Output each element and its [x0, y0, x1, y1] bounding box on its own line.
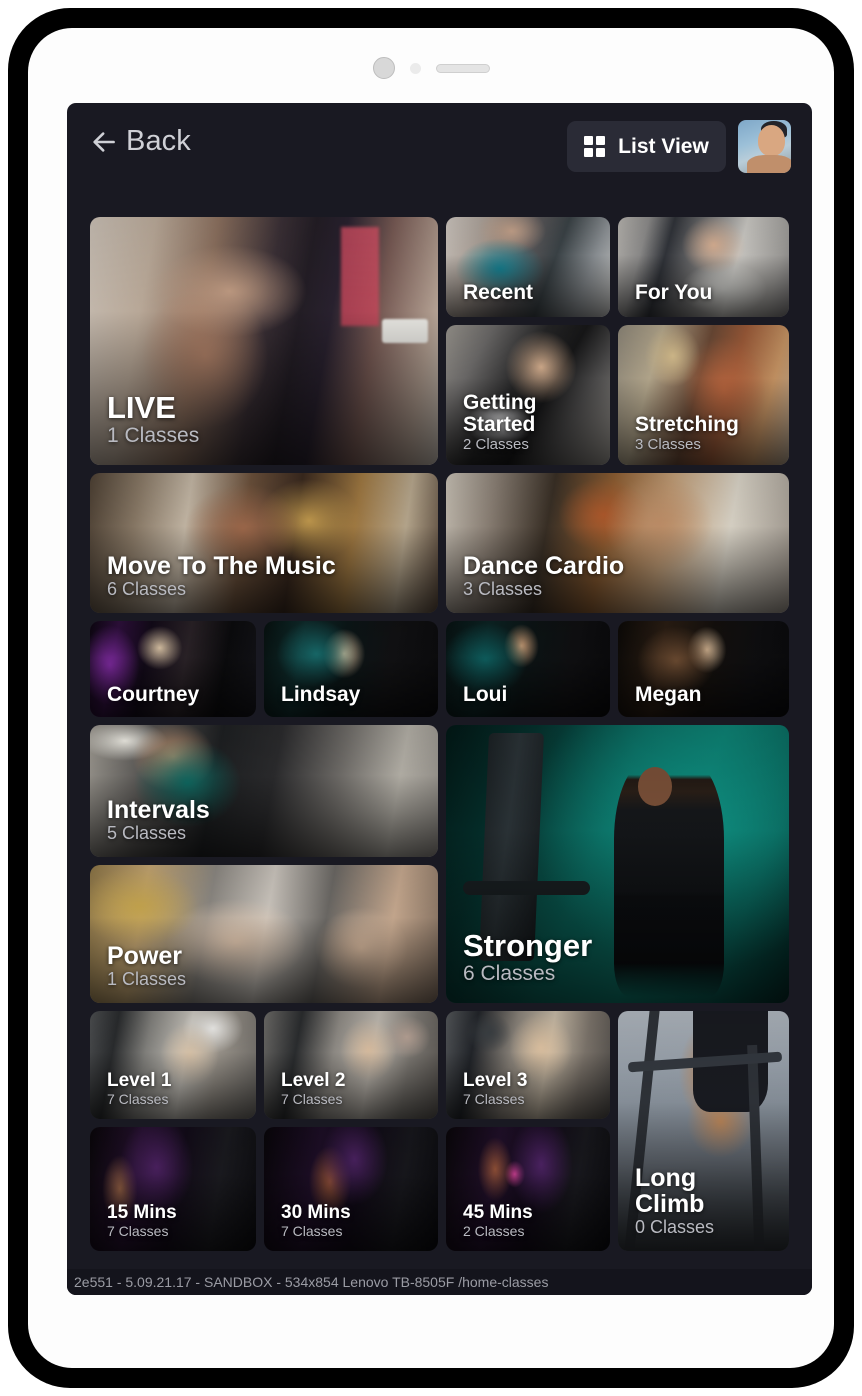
card-caption: Power 1 Classes: [107, 943, 186, 990]
card-title: Level 1: [107, 1070, 172, 1091]
card-title: Long Climb: [635, 1164, 705, 1218]
arrow-left-icon: [90, 128, 118, 156]
card-caption: Getting Started 2 Classes: [463, 392, 537, 454]
card-caption: For You: [635, 282, 712, 304]
card-caption: Stretching 3 Classes: [635, 414, 739, 454]
card-caption: Loui: [463, 684, 507, 706]
list-view-button[interactable]: List View: [567, 121, 726, 172]
card-caption: Stronger 6 Classes: [463, 927, 593, 986]
card-caption: Intervals 5 Classes: [107, 797, 210, 844]
card-caption: Level 2 7 Classes: [281, 1071, 345, 1109]
card-long-climb[interactable]: Long Climb 0 Classes: [618, 1011, 789, 1251]
card-subtitle: 7 Classes: [107, 1091, 169, 1107]
back-label: Back: [126, 125, 191, 157]
list-view-label: List View: [618, 134, 709, 158]
card-live[interactable]: LIVE 1 Classes: [90, 217, 438, 465]
card-caption: Courtney: [107, 684, 199, 706]
card-caption: Long Climb 0 Classes: [635, 1165, 714, 1238]
card-subtitle: 3 Classes: [463, 579, 543, 599]
card-subtitle: 6 Classes: [463, 962, 556, 985]
card-title: Loui: [463, 683, 508, 706]
card-megan[interactable]: Megan: [618, 621, 789, 717]
card-courtney[interactable]: Courtney: [90, 621, 256, 717]
card-recent[interactable]: Recent: [446, 217, 610, 317]
card-caption: LIVE 1 Classes: [107, 389, 200, 448]
card-subtitle: 2 Classes: [463, 1223, 525, 1239]
card-title: Level 3: [463, 1070, 528, 1091]
app-header: Back List View: [67, 103, 812, 196]
card-stretching[interactable]: Stretching 3 Classes: [618, 325, 789, 465]
card-title: Intervals: [107, 796, 210, 824]
card-subtitle: 6 Classes: [107, 579, 187, 599]
card-subtitle: 5 Classes: [107, 823, 187, 843]
card-caption: Move To The Music 6 Classes: [107, 553, 336, 600]
card-subtitle: 7 Classes: [463, 1091, 525, 1107]
camera-lens-icon: [372, 57, 395, 79]
card-title: LIVE: [107, 389, 176, 425]
user-avatar[interactable]: [738, 120, 791, 173]
back-button[interactable]: Back: [90, 125, 191, 158]
card-subtitle: 1 Classes: [107, 424, 200, 447]
card-title: Move To The Music: [107, 552, 336, 580]
card-title: For You: [635, 281, 713, 304]
card-caption: Megan: [635, 684, 702, 706]
grid-view-icon: [584, 136, 606, 157]
card-title: Recent: [463, 281, 534, 304]
card-caption: Level 3 7 Classes: [463, 1071, 527, 1109]
card-caption: 45 Mins 2 Classes: [463, 1203, 533, 1241]
card-lindsay[interactable]: Lindsay: [264, 621, 438, 717]
card-intervals[interactable]: Intervals 5 Classes: [90, 725, 438, 857]
card-caption: Lindsay: [281, 684, 360, 706]
card-title: Getting Started: [463, 391, 537, 436]
card-caption: 15 Mins 7 Classes: [107, 1203, 177, 1241]
card-for-you[interactable]: For You: [618, 217, 789, 317]
card-caption: 30 Mins 7 Classes: [281, 1203, 351, 1241]
card-45-mins[interactable]: 45 Mins 2 Classes: [446, 1127, 610, 1251]
proximity-sensor-icon: [409, 62, 421, 74]
app-screen: Back List View LIVE 1 Classes Recent For…: [67, 103, 812, 1295]
speaker-slot-icon: [435, 63, 490, 73]
card-title: Megan: [635, 683, 702, 706]
card-title: Level 2: [281, 1070, 346, 1091]
card-subtitle: 7 Classes: [281, 1091, 343, 1107]
card-title: Stretching: [635, 413, 739, 436]
card-title: 15 Mins: [107, 1202, 177, 1223]
card-stronger[interactable]: Stronger 6 Classes: [446, 725, 789, 1003]
device-sensor-bar: [8, 50, 854, 86]
status-bar-text: 2e551 - 5.09.21.17 - SANDBOX - 534x854 L…: [74, 1274, 549, 1290]
card-caption: Level 1 7 Classes: [107, 1071, 171, 1109]
card-title: Dance Cardio: [463, 552, 625, 580]
card-move-to-the-music[interactable]: Move To The Music 6 Classes: [90, 473, 438, 613]
tablet-device-frame: Back List View LIVE 1 Classes Recent For…: [8, 8, 854, 1388]
avatar-head: [758, 125, 785, 156]
card-title: Courtney: [107, 683, 200, 706]
card-loui[interactable]: Loui: [446, 621, 610, 717]
card-level-1[interactable]: Level 1 7 Classes: [90, 1011, 256, 1119]
card-caption: Recent: [463, 282, 533, 304]
card-power[interactable]: Power 1 Classes: [90, 865, 438, 1003]
card-getting-started[interactable]: Getting Started 2 Classes: [446, 325, 610, 465]
card-level-2[interactable]: Level 2 7 Classes: [264, 1011, 438, 1119]
card-subtitle: 7 Classes: [281, 1223, 343, 1239]
card-subtitle: 7 Classes: [107, 1223, 169, 1239]
card-dance-cardio[interactable]: Dance Cardio 3 Classes: [446, 473, 789, 613]
card-level-3[interactable]: Level 3 7 Classes: [446, 1011, 610, 1119]
card-title: Power: [107, 942, 183, 970]
card-caption: Dance Cardio 3 Classes: [463, 553, 624, 600]
card-subtitle: 0 Classes: [635, 1217, 715, 1237]
card-title: 30 Mins: [281, 1202, 351, 1223]
card-subtitle: 3 Classes: [635, 436, 701, 453]
card-title: Lindsay: [281, 683, 361, 706]
card-15-mins[interactable]: 15 Mins 7 Classes: [90, 1127, 256, 1251]
card-title: 45 Mins: [463, 1202, 533, 1223]
debug-status-bar: 2e551 - 5.09.21.17 - SANDBOX - 534x854 L…: [67, 1269, 812, 1295]
avatar-torso: [747, 155, 791, 173]
card-subtitle: 1 Classes: [107, 969, 187, 989]
card-title: Stronger: [463, 927, 593, 963]
card-subtitle: 2 Classes: [463, 436, 529, 453]
class-category-grid: LIVE 1 Classes Recent For You Getting St…: [90, 217, 789, 1261]
card-30-mins[interactable]: 30 Mins 7 Classes: [264, 1127, 438, 1251]
